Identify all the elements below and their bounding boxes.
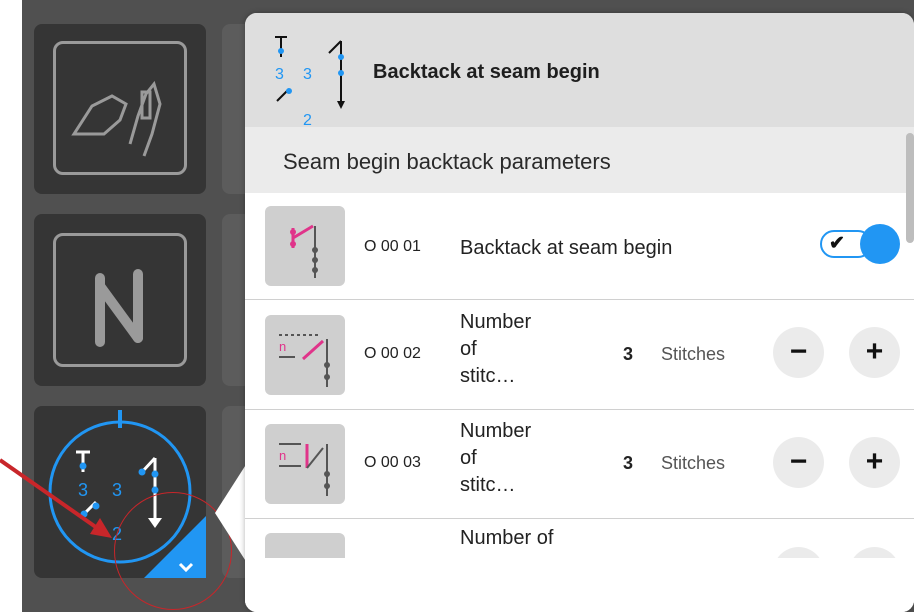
param-row-stitches-2: n O 00 03 Number of stitc… 3 Stitches − … bbox=[245, 410, 914, 519]
header-num-a: 3 bbox=[275, 66, 284, 83]
param-value: 3 bbox=[623, 344, 634, 364]
scrollbar[interactable] bbox=[906, 133, 914, 243]
toggle-knob bbox=[860, 224, 900, 264]
row-icon: n bbox=[265, 424, 345, 504]
tile-seam-pattern[interactable] bbox=[34, 214, 206, 386]
backtack-toggle[interactable]: ✔ bbox=[820, 224, 900, 264]
param-label-line: Number bbox=[460, 311, 532, 333]
param-label-line: stitc… bbox=[460, 365, 516, 387]
param-row-backtack-enable: O 00 01 Backtack at seam begin ✔ bbox=[245, 193, 914, 300]
param-label-line: of bbox=[460, 447, 477, 469]
svg-text:n: n bbox=[279, 339, 286, 354]
panel-footer bbox=[245, 558, 914, 612]
section-title: Seam begin backtack parameters bbox=[283, 149, 611, 174]
param-code: O 00 01 bbox=[364, 238, 421, 255]
param-label-line: of bbox=[460, 338, 477, 360]
check-icon: ✔ bbox=[829, 233, 845, 254]
window-margin bbox=[0, 0, 22, 612]
increment-button[interactable]: + bbox=[849, 437, 900, 488]
param-value: 3 bbox=[623, 453, 634, 473]
param-code: O 00 02 bbox=[364, 345, 421, 362]
increment-button[interactable]: + bbox=[849, 327, 900, 378]
param-unit: Stitches bbox=[661, 344, 726, 364]
row-icon: n bbox=[265, 315, 345, 395]
decrement-button[interactable]: − bbox=[773, 327, 824, 378]
decrement-button[interactable]: − bbox=[773, 437, 824, 488]
backtack-stitch-icon bbox=[290, 224, 318, 278]
stitch-count-icon: n bbox=[279, 334, 330, 387]
stitch-count-icon: n bbox=[279, 443, 330, 496]
seam-pattern-icon bbox=[95, 269, 143, 347]
hand-needle-icon bbox=[71, 80, 162, 157]
tile-manual-sewing[interactable] bbox=[34, 24, 206, 194]
param-label: Number of stitc… bbox=[460, 309, 531, 390]
param-unit: Stitches bbox=[661, 453, 726, 473]
tile-num-a: 3 bbox=[78, 480, 88, 500]
backtack-panel: 3 3 2 Backtack at seam begin Seam begin … bbox=[245, 13, 914, 612]
param-label: Backtack at seam begin bbox=[460, 237, 673, 259]
param-label-line: Number bbox=[460, 420, 532, 442]
panel-title: Backtack at seam begin bbox=[373, 61, 600, 83]
backtack-header-icon: 3 3 2 bbox=[275, 36, 345, 129]
svg-text:n: n bbox=[279, 448, 286, 463]
param-label: Number of bbox=[460, 527, 554, 549]
panel-header: 3 3 2 Backtack at seam begin bbox=[245, 13, 914, 129]
param-label-line: stitc… bbox=[460, 474, 516, 496]
header-num-b: 3 bbox=[303, 66, 312, 83]
section-header: Seam begin backtack parameters bbox=[245, 127, 914, 193]
param-code: O 00 03 bbox=[364, 454, 421, 471]
param-row-stitches-1: n O 00 02 Number of stitc… 3 Stitches − … bbox=[245, 300, 914, 410]
param-label: Number of stitc… bbox=[460, 418, 531, 499]
tile-num-b: 3 bbox=[112, 480, 122, 500]
row-icon bbox=[265, 206, 345, 286]
panel-pointer bbox=[215, 463, 247, 563]
